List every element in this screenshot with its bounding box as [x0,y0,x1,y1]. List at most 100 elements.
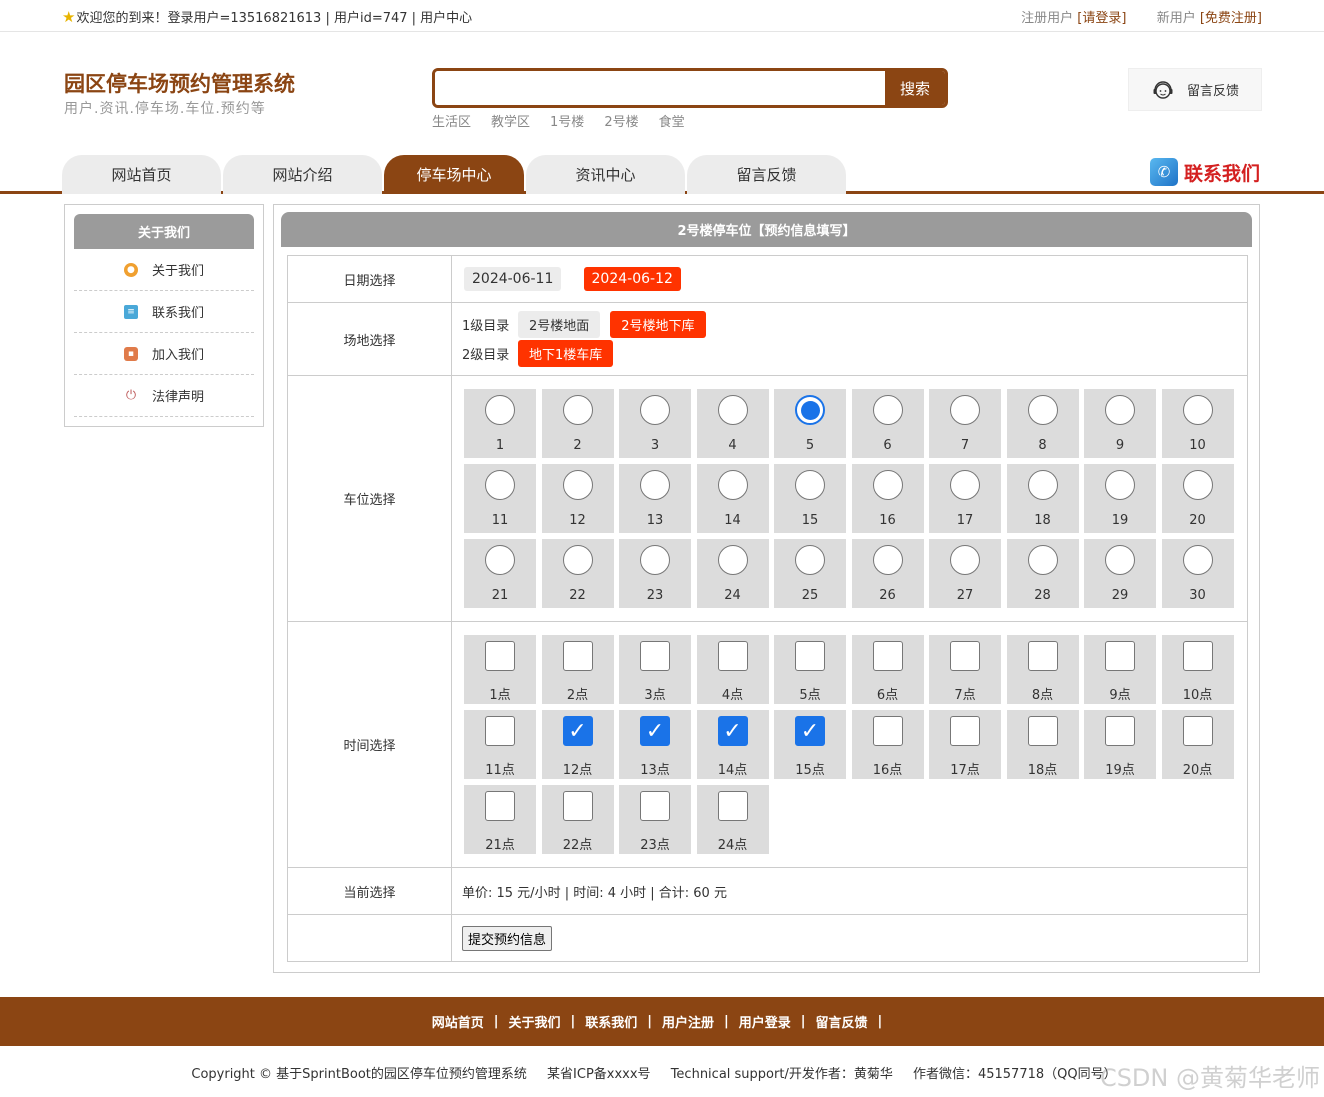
hour-option[interactable]: 18点 [1006,710,1079,779]
checkbox[interactable] [872,716,903,746]
hour-option[interactable]: ✓ 13点 [619,710,691,779]
checkbox[interactable] [795,641,825,671]
space-option[interactable]: 2 [541,389,614,458]
checkbox[interactable] [717,791,748,821]
checkbox[interactable] [485,716,515,746]
hotword[interactable]: 生活区 [432,111,471,130]
hour-option[interactable]: 2点 [541,635,614,704]
nav-tab-intro[interactable]: 网站介绍 [223,155,382,194]
checkbox[interactable] [950,716,980,746]
hour-option[interactable]: 8点 [1006,635,1079,704]
hour-option[interactable]: ✓ 15点 [774,710,846,779]
hour-option[interactable]: 7点 [929,635,1001,704]
space-radio[interactable] [1027,470,1058,500]
checked-checkbox[interactable]: ✓ [717,716,748,746]
space-radio[interactable] [1105,545,1135,575]
submit-booking-button[interactable]: 提交预约信息 [462,925,553,951]
hour-option[interactable]: 6点 [851,635,924,704]
space-radio[interactable] [1182,395,1213,425]
sidebar-item-about[interactable]: ● 关于我们 [74,249,254,291]
space-radio[interactable] [950,545,980,575]
space-radio[interactable] [717,470,748,500]
nav-tab-parking-center[interactable]: 停车场中心 [384,155,524,194]
space-option[interactable]: 16 [851,464,924,533]
hour-option[interactable]: 3点 [619,635,691,704]
checkbox[interactable] [1182,641,1213,671]
space-option[interactable]: 6 [851,389,924,458]
checkbox[interactable] [1027,641,1058,671]
checkbox[interactable] [1105,641,1135,671]
space-option[interactable]: 19 [1084,464,1156,533]
space-radio[interactable] [717,395,748,425]
space-option[interactable]: 27 [929,539,1001,608]
space-option[interactable]: 8 [1006,389,1079,458]
space-radio[interactable] [485,470,515,500]
sidebar-item-legal[interactable]: ⏻ 法律声明 [74,375,254,417]
checked-checkbox[interactable]: ✓ [640,716,670,746]
checked-checkbox[interactable]: ✓ [562,716,593,746]
space-radio[interactable] [950,395,980,425]
space-option[interactable]: 20 [1161,464,1234,533]
space-option[interactable]: 12 [541,464,614,533]
space-option[interactable]: 17 [929,464,1001,533]
hour-option[interactable]: 11点 [464,710,536,779]
space-radio[interactable] [950,470,980,500]
hour-option[interactable]: 20点 [1161,710,1234,779]
checkbox[interactable] [562,791,593,821]
footer-link[interactable]: 留言反馈 [816,1012,868,1031]
space-radio[interactable] [717,545,748,575]
footer-link[interactable]: 网站首页 [432,1012,484,1031]
hour-option[interactable]: 9点 [1084,635,1156,704]
level1-option[interactable]: 2号楼地面 [518,311,601,338]
space-radio[interactable] [640,395,670,425]
space-radio[interactable] [1027,395,1058,425]
space-radio[interactable] [562,545,593,575]
space-option[interactable]: 28 [1006,539,1079,608]
space-option[interactable]: 24 [696,539,769,608]
sidebar-item-join[interactable]: ▪ 加入我们 [74,333,254,375]
hour-option[interactable]: 10点 [1161,635,1234,704]
free-register-link[interactable]: [免费注册] [1200,11,1262,26]
footer-link[interactable]: 用户登录 [739,1012,791,1031]
hotword[interactable]: 教学区 [491,111,530,130]
space-radio[interactable] [872,545,903,575]
site-title[interactable]: 园区停车场预约管理系统 [64,68,295,98]
nav-tab-feedback[interactable]: 留言反馈 [687,155,846,194]
space-option[interactable]: 30 [1161,539,1234,608]
space-radio[interactable] [640,470,670,500]
checkbox[interactable] [485,641,515,671]
hour-option[interactable]: ✓ 12点 [541,710,614,779]
level2-option-selected[interactable]: 地下1楼车库 [518,340,614,367]
space-radio[interactable] [1105,470,1135,500]
checked-checkbox[interactable]: ✓ [795,716,825,746]
contact-us-link[interactable]: ✆ 联系我们 [1149,158,1260,186]
space-option[interactable]: 14 [696,464,769,533]
space-option[interactable]: 3 [619,389,691,458]
nav-tab-home[interactable]: 网站首页 [62,155,221,194]
hour-option[interactable]: 1点 [464,635,536,704]
hour-option[interactable]: 5点 [774,635,846,704]
checkbox[interactable] [640,641,670,671]
space-radio[interactable] [1182,470,1213,500]
checkbox[interactable] [485,791,515,821]
search-button[interactable]: 搜索 [885,71,945,105]
space-radio[interactable] [485,395,515,425]
checkbox[interactable] [872,641,903,671]
space-radio[interactable] [795,470,825,500]
hour-option[interactable]: ✓ 14点 [696,710,769,779]
checkbox[interactable] [562,641,593,671]
checkbox[interactable] [640,791,670,821]
welcome-text[interactable]: 欢迎您的到来！登录用户=13516821613 | 用户id=747 | 用户中… [76,7,472,26]
search-input[interactable] [435,71,885,105]
space-radio[interactable] [562,395,593,425]
footer-link[interactable]: 联系我们 [585,1012,637,1031]
hour-option[interactable]: 24点 [696,785,769,854]
space-option[interactable]: 5 [774,389,846,458]
sidebar-item-contact[interactable]: ≡ 联系我们 [74,291,254,333]
checkbox[interactable] [950,641,980,671]
checkbox[interactable] [717,641,748,671]
space-option[interactable]: 23 [619,539,691,608]
hour-option[interactable]: 21点 [464,785,536,854]
space-radio[interactable] [640,545,670,575]
space-radio[interactable] [1027,545,1058,575]
